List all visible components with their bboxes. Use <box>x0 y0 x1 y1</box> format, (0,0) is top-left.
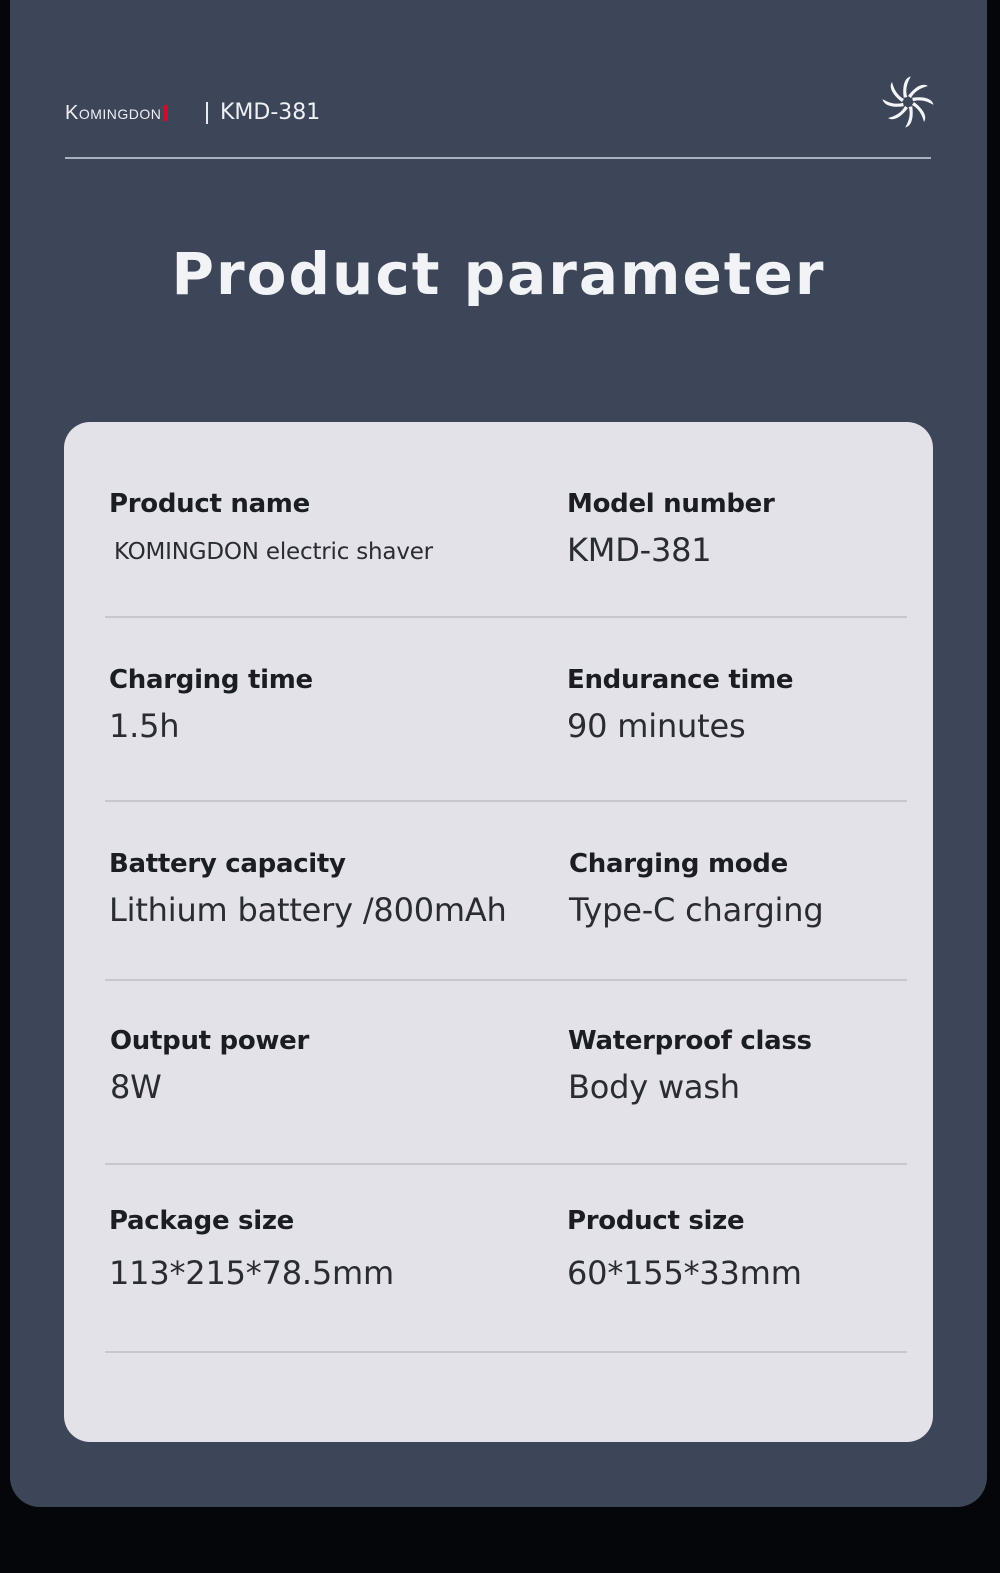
param-waterproof-class: Waterproof class Body wash <box>568 1026 812 1106</box>
param-value: 1.5h <box>109 707 180 745</box>
row-divider <box>105 979 907 981</box>
param-label: Waterproof class <box>568 1026 812 1056</box>
bottom-strip <box>0 1507 1000 1573</box>
param-label: Charging time <box>109 665 313 695</box>
param-package-size: Package size 113*215*78.5mm <box>109 1206 394 1292</box>
row-divider <box>105 616 907 618</box>
param-label: Product size <box>567 1206 745 1236</box>
product-parameter-panel: Komingdon KMD-381 Product parameter Prod… <box>10 0 987 1507</box>
param-label: Package size <box>109 1206 295 1236</box>
param-value: Body wash <box>568 1068 740 1106</box>
param-value: KOMINGDON electric shaver <box>114 539 433 565</box>
param-value: 60*155*33mm <box>567 1254 802 1292</box>
brand-name: Komingdon <box>65 102 162 124</box>
param-value: 8W <box>110 1068 162 1106</box>
header: Komingdon KMD-381 <box>65 76 934 132</box>
param-label: Output power <box>110 1026 309 1056</box>
param-label: Model number <box>567 489 775 519</box>
param-label: Endurance time <box>567 665 794 695</box>
param-value: 113*215*78.5mm <box>109 1254 394 1292</box>
param-label: Charging mode <box>569 849 788 879</box>
param-value: Type-C charging <box>569 891 824 929</box>
param-endurance-time: Endurance time 90 minutes <box>567 665 794 745</box>
brand-logo: Komingdon <box>65 102 169 125</box>
row-divider <box>105 1163 907 1165</box>
row-divider <box>105 1351 907 1353</box>
param-charging-time: Charging time 1.5h <box>109 665 313 745</box>
pinwheel-icon <box>882 76 934 128</box>
param-product-size: Product size 60*155*33mm <box>567 1206 802 1292</box>
header-model: KMD-381 <box>220 100 321 125</box>
header-divider <box>206 102 208 124</box>
param-value: Lithium battery /800mAh <box>109 891 507 929</box>
parameter-card: Product name KOMINGDON electric shaver M… <box>64 422 933 1442</box>
param-value: KMD-381 <box>567 531 712 569</box>
row-divider <box>105 800 907 802</box>
param-label: Battery capacity <box>109 849 346 879</box>
param-product-name: Product name KOMINGDON electric shaver <box>109 489 433 565</box>
param-battery-capacity: Battery capacity Lithium battery /800mAh <box>109 849 507 929</box>
page-title: Product parameter <box>171 240 826 308</box>
header-rule <box>65 157 931 159</box>
param-charging-mode: Charging mode Type-C charging <box>569 849 824 929</box>
param-label: Product name <box>109 489 310 519</box>
param-output-power: Output power 8W <box>110 1026 309 1106</box>
param-value: 90 minutes <box>567 707 746 745</box>
brand-mark <box>163 105 169 121</box>
param-model-number: Model number KMD-381 <box>567 489 775 569</box>
